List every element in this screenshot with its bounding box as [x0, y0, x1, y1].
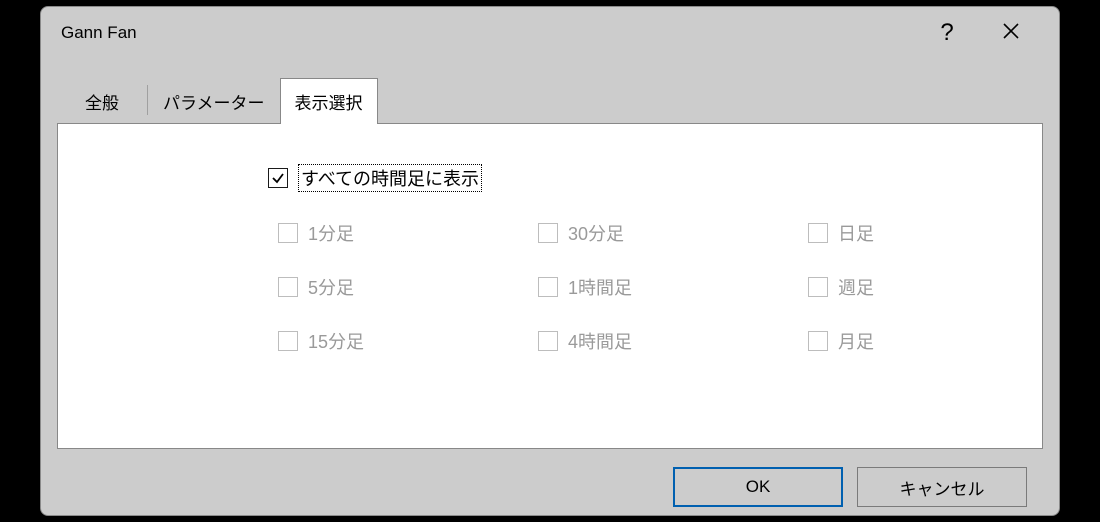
tf-h1-checkbox[interactable] [538, 277, 558, 297]
help-button[interactable]: ? [915, 7, 979, 59]
tab-parameters[interactable]: パラメーター [148, 78, 280, 124]
timeframe-grid: 1分足 30分足 日足 5分足 1時間足 [278, 220, 1012, 354]
tabstrip: 全般 パラメーター 表示選択 [57, 77, 1043, 123]
tf-m1-label: 1分足 [308, 220, 354, 246]
tab-label: 表示選択 [295, 94, 363, 113]
tf-mn1-checkbox[interactable] [808, 331, 828, 351]
tabpanel-display: すべての時間足に表示 1分足 30分足 日足 5分足 [57, 123, 1043, 449]
tf-h1-label: 1時間足 [568, 274, 632, 300]
tf-w1: 週足 [808, 274, 1008, 300]
check-icon [271, 171, 285, 185]
cancel-label: キャンセル [900, 475, 985, 500]
tf-h1: 1時間足 [538, 274, 798, 300]
tf-h4-checkbox[interactable] [538, 331, 558, 351]
close-button[interactable] [979, 7, 1043, 59]
dialog-buttons: OK キャンセル [57, 449, 1043, 507]
tf-m30-checkbox[interactable] [538, 223, 558, 243]
tf-d1-label: 日足 [838, 220, 874, 246]
tf-m5-checkbox[interactable] [278, 277, 298, 297]
gann-fan-dialog: Gann Fan ? 全般 パラメーター 表示選択 [40, 6, 1060, 516]
close-icon [1002, 20, 1020, 46]
tf-m30-label: 30分足 [568, 220, 624, 246]
tab-label: パラメーター [163, 94, 265, 113]
tf-m1-checkbox[interactable] [278, 223, 298, 243]
tf-w1-checkbox[interactable] [808, 277, 828, 297]
tf-m1: 1分足 [278, 220, 528, 246]
show-all-checkbox[interactable] [268, 168, 288, 188]
tab-display[interactable]: 表示選択 [280, 78, 378, 124]
tf-w1-label: 週足 [838, 274, 874, 300]
tf-h4: 4時間足 [538, 328, 798, 354]
tf-m5: 5分足 [278, 274, 528, 300]
dialog-content: 全般 パラメーター 表示選択 すべての時間足に表示 1分足 [41, 59, 1059, 507]
tf-m15-label: 15分足 [308, 328, 364, 354]
tab-label: 全般 [85, 94, 119, 113]
tf-mn1: 月足 [808, 328, 1008, 354]
tf-d1-checkbox[interactable] [808, 223, 828, 243]
titlebar: Gann Fan ? [41, 7, 1059, 59]
tf-m30: 30分足 [538, 220, 798, 246]
show-all-label[interactable]: すべての時間足に表示 [298, 164, 482, 192]
tf-m15-checkbox[interactable] [278, 331, 298, 351]
help-icon: ? [940, 19, 953, 47]
tf-m15: 15分足 [278, 328, 528, 354]
show-all-row: すべての時間足に表示 [268, 164, 1012, 192]
tf-m5-label: 5分足 [308, 274, 354, 300]
tf-d1: 日足 [808, 220, 1008, 246]
ok-button[interactable]: OK [673, 467, 843, 507]
cancel-button[interactable]: キャンセル [857, 467, 1027, 507]
dialog-title: Gann Fan [61, 23, 915, 43]
ok-label: OK [746, 477, 771, 497]
tf-mn1-label: 月足 [838, 328, 874, 354]
tf-h4-label: 4時間足 [568, 328, 632, 354]
tab-general[interactable]: 全般 [57, 78, 147, 124]
